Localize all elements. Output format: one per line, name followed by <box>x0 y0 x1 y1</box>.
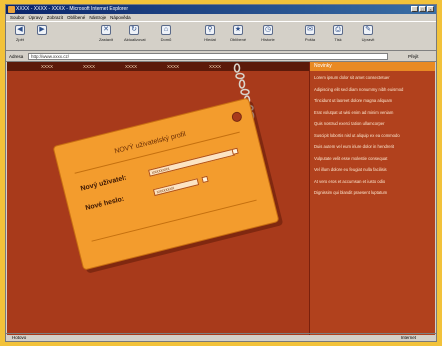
news-text: Tincidunt ut laoreet dolore magna aliqua… <box>314 98 393 103</box>
news-item[interactable]: Duis autem vel eum iriure dolor in hendr… <box>314 144 431 150</box>
site-nav-item[interactable]: XXXX <box>27 62 67 71</box>
edit-button[interactable]: ✎ Upravit <box>358 25 378 49</box>
mail-button[interactable]: ✉ Pošta <box>300 25 320 49</box>
form-title: NOVÝ uživatelský profil <box>113 130 187 156</box>
forward-arrow-icon: ▶ <box>37 25 47 35</box>
print-button[interactable]: ⎙ Tisk <box>328 25 348 49</box>
news-item[interactable]: Adipiscing elit sed diam nonummy nibh eu… <box>314 87 431 93</box>
zone-text: Internet <box>400 335 416 340</box>
news-item[interactable]: At vero eros et accumsan et iusto odio <box>314 179 431 185</box>
news-text: Adipiscing elit sed diam nonummy nibh eu… <box>314 86 404 92</box>
window-controls: _ □ × <box>411 6 434 12</box>
news-text: Quis nostrud exerci tation ullamcorper <box>314 121 385 126</box>
page-viewport: XXXX XXXX XXXX XXXX XXXX NOVÝ uživatelsk… <box>7 62 435 335</box>
stop-icon: ✕ <box>101 25 111 35</box>
password-label: Nové heslo: <box>84 195 125 213</box>
site-nav-item[interactable]: XXXX <box>111 62 151 71</box>
status-bar: Hotovo Internet <box>6 333 436 341</box>
close-button[interactable]: × <box>427 6 434 12</box>
forward-button[interactable]: ▶ <box>32 25 52 49</box>
history-button[interactable]: ◷ Historie <box>258 25 278 49</box>
go-button[interactable]: Přejít <box>408 53 432 60</box>
news-text: Lorem ipsum dolor sit amet consectetuer <box>314 75 390 80</box>
site-nav: XXXX XXXX XXXX XXXX XXXX <box>7 62 309 71</box>
maximize-button[interactable]: □ <box>419 6 426 12</box>
news-item[interactable]: Vel illum dolore eu feugiat nulla facili… <box>314 167 431 173</box>
back-arrow-icon: ◀ <box>15 25 25 35</box>
news-item[interactable]: Erat volutpat ut wisi enim ad minim veni… <box>314 110 431 116</box>
ie-logo-icon <box>8 6 15 13</box>
menu-view[interactable]: Zobrazit <box>47 14 63 21</box>
address-label: Adresa <box>9 54 24 59</box>
news-text: Dignissim qui blandit praesent luptatum <box>314 190 388 195</box>
site-nav-item[interactable]: XXXX <box>153 62 193 71</box>
address-bar: Adresa http://www.xxxx.cz/ Přejít <box>6 52 436 62</box>
menu-tools[interactable]: Nástroje <box>89 14 106 21</box>
password-checkbox[interactable] <box>201 175 209 184</box>
news-item[interactable]: Quis nostrud exerci tation ullamcorper <box>314 121 431 127</box>
username-label: Nový uživatel: <box>79 174 128 193</box>
search-icon: ⚲ <box>205 25 215 35</box>
history-icon: ◷ <box>263 25 273 35</box>
stop-button[interactable]: ✕ Zastavit <box>96 25 116 49</box>
window-title: XXXX - XXXX - XXXX - Microsoft Internet … <box>16 6 128 12</box>
title-bar: XXXX - XXXX - XXXX - Microsoft Internet … <box>6 5 436 14</box>
password-field[interactable]: xxxxxxxx <box>152 178 200 197</box>
divider <box>91 199 257 242</box>
status-text: Hotovo <box>12 335 27 340</box>
news-item[interactable]: Tincidunt ut laoreet dolore magna aliqua… <box>314 98 431 104</box>
toolbar: ◀ Zpět ▶ ✕ Zastavit ↻ Aktualizovat ⌂ Domů ⚲ H… <box>6 21 436 51</box>
news-sidebar: Novinky Lorem ipsum dolor sit amet conse… <box>309 62 435 335</box>
menu-bar: Soubor Úpravy Zobrazit Oblíbené Nástroje… <box>6 14 436 21</box>
news-item[interactable]: Dignissim qui blandit praesent luptatum <box>314 190 431 196</box>
back-button[interactable]: ◀ Zpět <box>10 25 30 49</box>
news-text: Duis autem vel eum iriure dolor in hendr… <box>314 144 395 149</box>
menu-edit[interactable]: Úpravy <box>29 14 43 21</box>
menu-file[interactable]: Soubor <box>10 14 25 21</box>
news-text: At vero eros et accumsan et iusto odio <box>314 178 386 184</box>
edit-icon: ✎ <box>363 25 373 35</box>
print-icon: ⎙ <box>333 25 343 35</box>
refresh-button[interactable]: ↻ Aktualizovat <box>124 25 146 49</box>
username-field[interactable]: xxxxxxxx <box>148 148 236 177</box>
site-nav-item[interactable]: XXXX <box>69 62 109 71</box>
menu-favorites[interactable]: Oblíbené <box>67 14 85 21</box>
minimize-button[interactable]: _ <box>411 6 418 12</box>
home-icon: ⌂ <box>161 25 171 35</box>
search-button[interactable]: ⚲ Hledat <box>200 25 220 49</box>
news-item[interactable]: Vulputate velit esse molestie consequat <box>314 156 431 162</box>
browser-window: XXXX - XXXX - XXXX - Microsoft Internet … <box>5 4 437 342</box>
mail-icon: ✉ <box>305 25 315 35</box>
username-checkbox[interactable] <box>231 147 239 155</box>
sidebar-header: Novinky <box>310 62 435 71</box>
profile-tag-card: NOVÝ uživatelský profil Nový uživatel: x… <box>52 97 280 271</box>
news-item[interactable]: Lorem ipsum dolor sit amet consectetuer <box>314 75 431 81</box>
tag-hole <box>230 110 243 123</box>
news-list: Lorem ipsum dolor sit amet consectetuer … <box>310 71 435 196</box>
home-button[interactable]: ⌂ Domů <box>156 25 176 49</box>
address-input[interactable]: http://www.xxxx.cz/ <box>28 53 388 60</box>
refresh-icon: ↻ <box>129 25 139 35</box>
news-text: Vulputate velit esse molestie consequat <box>314 155 388 161</box>
news-text: Vel illum dolore eu feugiat nulla facili… <box>314 167 387 172</box>
news-text: Erat volutpat ut wisi enim ad minim veni… <box>314 109 394 115</box>
site-nav-item[interactable]: XXXX <box>195 62 235 71</box>
news-item[interactable]: Suscipit lobortis nisl ut aliquip ex ea … <box>314 133 431 139</box>
news-text: Suscipit lobortis nisl ut aliquip ex ea … <box>314 132 400 138</box>
favorites-button[interactable]: ★ Oblíbené <box>228 25 248 49</box>
menu-help[interactable]: Nápověda <box>110 14 131 21</box>
favorites-icon: ★ <box>233 25 243 35</box>
